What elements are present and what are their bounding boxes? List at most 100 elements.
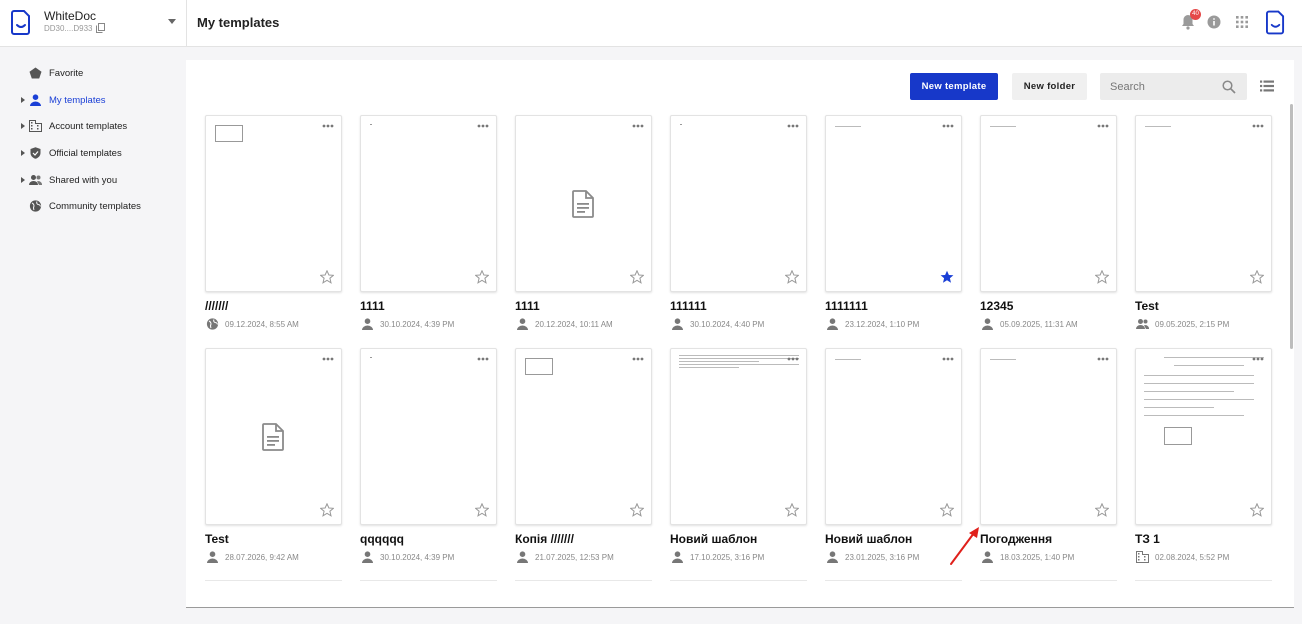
template-card[interactable] (670, 115, 807, 292)
sidebar-item-shared-with-you[interactable]: Shared with you (0, 171, 186, 191)
apps-grid-icon[interactable] (1236, 16, 1248, 28)
sidebar-item-label: My templates (49, 95, 106, 106)
star-icon[interactable] (630, 503, 644, 517)
more-options-icon[interactable] (1252, 124, 1264, 128)
template-title[interactable]: Test (1135, 299, 1159, 313)
templates-panel: New template New folder /////// 09.12.202… (186, 60, 1294, 608)
template-card[interactable] (980, 580, 1117, 586)
template-title[interactable]: Погодження (980, 532, 1052, 546)
more-options-icon[interactable] (1097, 124, 1109, 128)
star-icon[interactable] (1095, 503, 1109, 517)
template-title[interactable]: 12345 (980, 299, 1013, 313)
more-options-icon[interactable] (1097, 357, 1109, 361)
sidebar-item-label: Account templates (49, 121, 128, 132)
sidebar-item-my-templates[interactable]: My templates (0, 91, 186, 111)
template-title[interactable]: 1111 (515, 299, 540, 313)
chevron-right-icon[interactable] (21, 177, 25, 183)
template-title[interactable]: Новий шаблон (825, 532, 912, 546)
new-template-button[interactable]: New template (910, 73, 998, 100)
template-card[interactable] (825, 348, 962, 525)
person-icon (517, 551, 528, 563)
template-card[interactable] (205, 348, 342, 525)
template-title[interactable]: /////// (205, 299, 228, 313)
template-title[interactable]: 1111111 (825, 299, 868, 313)
template-title[interactable]: 1111 (360, 299, 385, 313)
star-icon[interactable] (320, 270, 334, 284)
template-date: 30.10.2024, 4:39 PM (380, 320, 455, 329)
scrollbar[interactable] (1290, 104, 1293, 349)
chevron-right-icon[interactable] (21, 123, 25, 129)
document-icon (262, 423, 284, 451)
template-card[interactable] (825, 580, 962, 586)
template-card[interactable] (670, 580, 807, 586)
chevron-right-icon[interactable] (21, 150, 25, 156)
sidebar-item-label: Shared with you (49, 175, 118, 186)
more-options-icon[interactable] (477, 357, 489, 361)
preview-thumbnail (990, 359, 1016, 360)
star-filled-icon[interactable] (940, 270, 954, 284)
template-date: 17.10.2025, 3:16 PM (690, 553, 765, 562)
template-card[interactable] (205, 115, 342, 292)
more-options-icon[interactable] (322, 357, 334, 361)
template-date: 23.01.2025, 3:16 PM (845, 553, 920, 562)
star-icon[interactable] (785, 270, 799, 284)
template-card[interactable] (515, 115, 652, 292)
star-icon[interactable] (1250, 270, 1264, 284)
star-icon[interactable] (940, 503, 954, 517)
person-icon (362, 551, 373, 563)
template-card[interactable] (670, 348, 807, 525)
template-title[interactable]: Test (205, 532, 229, 546)
sidebar-item-favorite[interactable]: Favorite (0, 64, 186, 84)
more-options-icon[interactable] (322, 124, 334, 128)
whitedoc-logo-icon[interactable] (1266, 10, 1285, 35)
template-card[interactable] (205, 580, 342, 586)
new-folder-button[interactable]: New folder (1012, 73, 1087, 100)
sidebar-item-community-templates[interactable]: Community templates (0, 197, 186, 217)
star-icon[interactable] (475, 503, 489, 517)
template-title[interactable]: Новий шаблон (670, 532, 757, 546)
template-card[interactable] (515, 348, 652, 525)
template-card[interactable] (980, 348, 1117, 525)
template-card[interactable] (515, 580, 652, 586)
info-icon[interactable] (1207, 15, 1221, 29)
chevron-down-icon[interactable] (168, 19, 176, 24)
list-view-icon[interactable] (1260, 80, 1274, 92)
more-options-icon[interactable] (477, 124, 489, 128)
more-options-icon[interactable] (1252, 357, 1264, 361)
notification-badge: 40 (1190, 9, 1201, 20)
copy-icon[interactable] (96, 23, 105, 33)
template-card[interactable] (1135, 115, 1272, 292)
star-icon[interactable] (320, 503, 334, 517)
template-title[interactable]: Копія /////// (515, 532, 574, 546)
sidebar-item-account-templates[interactable]: Account templates (0, 117, 186, 137)
more-options-icon[interactable] (632, 357, 644, 361)
template-card[interactable] (360, 348, 497, 525)
template-card[interactable] (1135, 348, 1272, 525)
template-card[interactable] (360, 115, 497, 292)
star-icon[interactable] (1095, 270, 1109, 284)
star-icon[interactable] (785, 503, 799, 517)
template-card[interactable] (1135, 580, 1272, 586)
more-options-icon[interactable] (942, 124, 954, 128)
preview-thumbnail (370, 357, 372, 358)
template-title[interactable]: qqqqqq (360, 532, 404, 546)
template-title[interactable]: ТЗ 1 (1135, 532, 1160, 546)
star-icon[interactable] (475, 270, 489, 284)
sidebar-item-official-templates[interactable]: Official templates (0, 144, 186, 164)
person-icon (827, 551, 838, 563)
star-icon[interactable] (1250, 503, 1264, 517)
more-options-icon[interactable] (942, 357, 954, 361)
template-title[interactable]: 111111 (670, 299, 707, 313)
template-card[interactable] (360, 580, 497, 586)
search-input[interactable] (1110, 78, 1220, 95)
more-options-icon[interactable] (632, 124, 644, 128)
more-options-icon[interactable] (787, 124, 799, 128)
search-icon[interactable] (1222, 80, 1236, 94)
template-card[interactable] (980, 115, 1117, 292)
more-options-icon[interactable] (787, 357, 799, 361)
account-switcher[interactable]: WhiteDoc DD30....D933 (0, 0, 187, 47)
chevron-right-icon[interactable] (21, 97, 25, 103)
template-card[interactable] (825, 115, 962, 292)
star-icon[interactable] (630, 270, 644, 284)
search-box[interactable] (1100, 73, 1247, 100)
